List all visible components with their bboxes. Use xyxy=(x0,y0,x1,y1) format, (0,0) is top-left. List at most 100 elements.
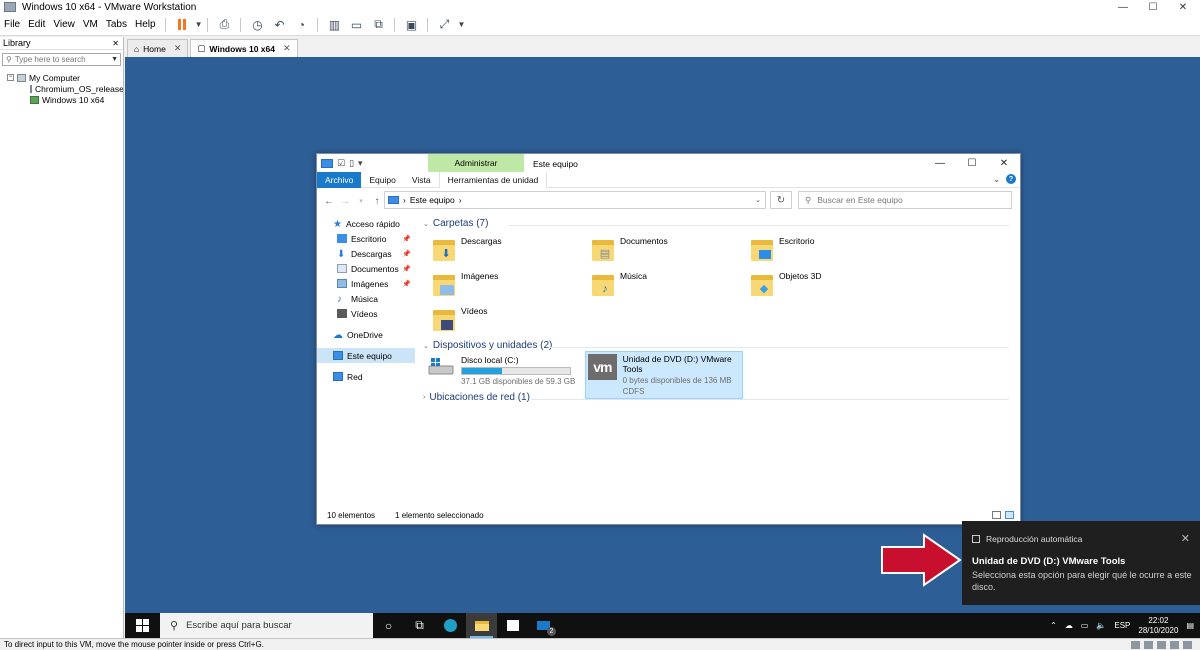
group-ubicaciones-red[interactable]: › Ubicaciones de red (1) xyxy=(423,392,530,403)
console-view-icon[interactable]: ▣ xyxy=(402,16,420,34)
clock[interactable]: 22:02 28/10/2020 xyxy=(1138,616,1178,636)
store-icon[interactable] xyxy=(497,613,528,638)
nav-red[interactable]: Red xyxy=(317,369,415,384)
group-carpetas[interactable]: ⌄ Carpetas (7) xyxy=(423,218,488,229)
cd-status-icon[interactable] xyxy=(1144,640,1153,649)
folder-descargas[interactable]: ⬇ Descargas xyxy=(433,236,502,262)
task-view-icon[interactable]: ⧉ xyxy=(404,613,435,638)
full-screen-icon[interactable]: ⧉ xyxy=(369,16,387,34)
menu-view[interactable]: View xyxy=(49,19,79,30)
chevron-down-icon[interactable]: ▼ xyxy=(111,56,120,63)
nav-este-equipo[interactable]: Este equipo xyxy=(317,348,415,363)
menu-file[interactable]: File xyxy=(0,19,24,30)
tab-herramientas-de-unidad[interactable]: Herramientas de unidad xyxy=(438,171,548,188)
autoplay-notification[interactable]: Reproducción automática ✕ Unidad de DVD … xyxy=(962,521,1200,605)
chevron-down-icon[interactable]: ▼ xyxy=(195,20,203,29)
up-arrow-icon[interactable]: ↑ xyxy=(369,196,385,207)
folder-imagenes[interactable]: Imágenes xyxy=(433,271,498,297)
taskbar-search-input[interactable]: ⚲ Escribe aquí para buscar xyxy=(160,613,373,638)
group-dispositivos[interactable]: ⌄ Dispositivos y unidades (2) xyxy=(423,340,552,351)
details-view-icon[interactable] xyxy=(992,511,1001,519)
file-explorer-taskbar-icon[interactable] xyxy=(466,613,497,638)
new-folder-icon[interactable]: ▯ xyxy=(349,158,354,169)
thumbnail-bar-icon[interactable]: ▭ xyxy=(347,16,365,34)
show-library-icon[interactable]: ▥ xyxy=(325,16,343,34)
collapse-icon[interactable]: − xyxy=(7,74,14,81)
network-status-icon[interactable] xyxy=(1157,640,1166,649)
nav-onedrive[interactable]: ☁ OneDrive xyxy=(317,327,415,342)
usb-status-icon[interactable] xyxy=(1170,640,1179,649)
menu-tabs[interactable]: Tabs xyxy=(102,19,131,30)
tree-item-windows10[interactable]: Windows 10 x64 xyxy=(0,94,123,105)
large-icons-view-icon[interactable] xyxy=(1005,511,1014,519)
snapshot-icon[interactable]: ◷ xyxy=(248,16,266,34)
tab-home[interactable]: ⌂ Home ✕ xyxy=(127,39,189,57)
chevron-down-icon[interactable]: ⌄ xyxy=(755,196,761,204)
edge-icon[interactable] xyxy=(435,613,466,638)
tree-item-chromium[interactable]: Chromium_OS_release-l xyxy=(0,83,123,94)
menu-vm[interactable]: VM xyxy=(79,19,102,30)
chevron-down-icon[interactable]: ⌄ xyxy=(993,175,1000,184)
tab-windows10[interactable]: ▢ Windows 10 x64 ✕ xyxy=(190,39,298,57)
onedrive-cloud-icon[interactable]: ☁ xyxy=(1065,621,1073,630)
close-button[interactable]: ✕ xyxy=(988,154,1020,172)
maximize-button[interactable]: ☐ xyxy=(956,154,988,172)
mail-icon[interactable]: 2 xyxy=(528,613,559,638)
send-ctrl-alt-del-icon[interactable]: ⎙ xyxy=(215,16,233,34)
tab-vista[interactable]: Vista xyxy=(404,172,439,188)
nav-escritorio[interactable]: Escritorio 📌 xyxy=(317,231,415,246)
hard-disk-status-icon[interactable] xyxy=(1131,640,1140,649)
close-icon[interactable]: ✕ xyxy=(283,43,291,54)
folder-videos[interactable]: Vídeos xyxy=(433,306,487,332)
stretch-guest-icon[interactable]: ⤢ xyxy=(435,16,453,34)
nav-descargas[interactable]: ⬇ Descargas 📌 xyxy=(317,246,415,261)
start-button[interactable] xyxy=(125,613,160,638)
drive-c[interactable]: Disco local (C:) 37.1 GB disponibles de … xyxy=(427,355,575,386)
close-icon[interactable]: ✕ xyxy=(112,39,123,48)
close-icon[interactable]: ✕ xyxy=(1181,532,1190,545)
breadcrumb-este-equipo[interactable]: Este equipo xyxy=(410,195,455,205)
volume-icon[interactable]: 🔈 xyxy=(1096,621,1106,630)
forward-arrow-icon[interactable]: → xyxy=(337,196,353,207)
refresh-button[interactable]: ↻ xyxy=(770,191,792,209)
nav-musica[interactable]: ♪ Música xyxy=(317,291,415,306)
tab-archivo[interactable]: Archivo xyxy=(317,171,362,188)
folder-documentos[interactable]: ▤ Documentos xyxy=(592,236,668,262)
properties-icon[interactable]: ☑ xyxy=(337,158,345,169)
chevron-down-icon[interactable]: ▼ xyxy=(457,20,465,29)
pause-icon[interactable] xyxy=(173,16,191,34)
close-icon[interactable]: ✕ xyxy=(174,43,182,54)
nav-videos[interactable]: Vídeos xyxy=(317,306,415,321)
chevron-down-icon[interactable]: ▾ xyxy=(358,158,363,169)
folder-objetos-3d[interactable]: ◆ Objetos 3D xyxy=(751,271,822,297)
cortana-icon[interactable]: ○ xyxy=(373,613,404,638)
breadcrumb-chevron-icon[interactable]: › xyxy=(459,195,462,205)
language-indicator[interactable]: ESP xyxy=(1114,621,1130,630)
nav-quick-access[interactable]: ★ Acceso rápido xyxy=(317,216,415,231)
close-button[interactable]: ✕ xyxy=(1168,0,1198,14)
drive-d[interactable]: vm Unidad de DVD (D:) VMware Tools 0 byt… xyxy=(585,351,743,399)
network-icon[interactable]: ▭ xyxy=(1081,621,1089,630)
nav-documentos[interactable]: Documentos 📌 xyxy=(317,261,415,276)
back-arrow-icon[interactable]: ← xyxy=(321,196,337,207)
revert-snapshot-icon[interactable]: ↶ xyxy=(270,16,288,34)
folder-musica[interactable]: ♪ Música xyxy=(592,271,647,297)
help-icon[interactable]: ? xyxy=(1006,174,1016,184)
nav-imagenes[interactable]: Imágenes 📌 xyxy=(317,276,415,291)
sound-status-icon[interactable] xyxy=(1183,640,1192,649)
recent-chevron-icon[interactable]: ▾ xyxy=(353,197,369,205)
notifications-icon[interactable]: ▤ xyxy=(1186,621,1194,630)
snapshot-manager-icon[interactable]: ◔ xyxy=(292,16,310,34)
maximize-button[interactable]: ☐ xyxy=(1138,0,1168,14)
minimize-button[interactable]: — xyxy=(1108,0,1138,14)
folder-escritorio[interactable]: Escritorio xyxy=(751,236,814,262)
address-bar[interactable]: › Este equipo › ⌄ xyxy=(384,191,766,209)
menu-help[interactable]: Help xyxy=(131,19,160,30)
tree-item-my-computer[interactable]: − My Computer xyxy=(0,72,123,83)
minimize-button[interactable]: — xyxy=(924,154,956,172)
explorer-search-input[interactable]: ⚲ Buscar en Este equipo xyxy=(798,191,1012,209)
manage-context-tab[interactable]: Administrar xyxy=(428,154,524,172)
chevron-up-icon[interactable]: ⌃ xyxy=(1050,621,1057,630)
tab-equipo[interactable]: Equipo xyxy=(361,172,403,188)
vm-console[interactable]: ☑ ▯ ▾ Administrar Este equipo — ☐ ✕ Arch… xyxy=(125,57,1200,638)
